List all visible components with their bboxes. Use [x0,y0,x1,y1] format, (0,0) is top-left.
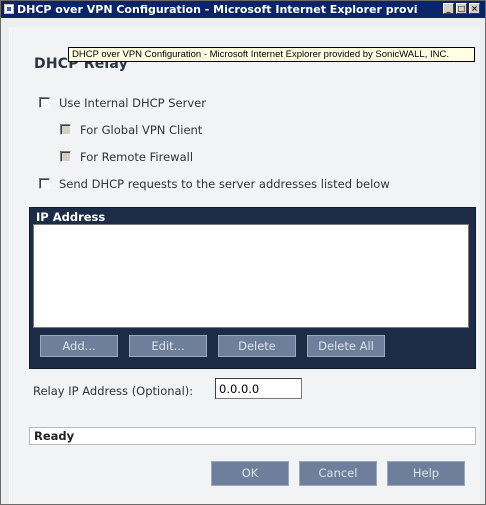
ip-address-header: IP Address [36,210,106,224]
ok-button[interactable]: OK [211,461,289,486]
relay-ip-input[interactable] [215,378,302,399]
title-bar[interactable]: DHCP over VPN Configuration - Microsoft … [1,1,485,18]
title-tooltip: DHCP over VPN Configuration - Microsoft … [68,47,475,62]
send-dhcp-requests-checkbox[interactable] [39,178,50,189]
dialog-window: DHCP over VPN Configuration - Microsoft … [0,0,486,505]
ip-toolbar: Add... Edit... Delete Delete All [30,328,475,368]
status-bar: Ready [29,427,476,445]
window-title: DHCP over VPN Configuration - Microsoft … [17,3,417,16]
use-internal-dhcp-checkbox[interactable] [39,97,50,108]
global-vpn-client-label: For Global VPN Client [80,123,203,137]
global-vpn-client-checkbox[interactable] [60,124,71,135]
ip-address-list[interactable] [33,224,469,328]
delete-button[interactable]: Delete [218,335,296,357]
send-dhcp-requests-label: Send DHCP requests to the server address… [59,177,390,191]
minimize-icon[interactable]: _ [443,3,454,14]
remote-firewall-checkbox[interactable] [60,151,71,162]
add-button[interactable]: Add... [40,335,118,357]
maximize-icon[interactable]: □ [456,3,467,14]
edit-button[interactable]: Edit... [129,335,207,357]
use-internal-dhcp-label: Use Internal DHCP Server [59,96,206,110]
delete-all-button[interactable]: Delete All [307,335,385,357]
help-button[interactable]: Help [387,461,465,486]
close-icon[interactable]: × [469,3,480,14]
remote-firewall-label: For Remote Firewall [80,150,194,164]
cancel-button[interactable]: Cancel [299,461,377,486]
ip-address-panel: IP Address Add... Edit... Delete Delete … [29,207,476,369]
ie-window-icon [4,4,14,14]
relay-ip-label: Relay IP Address (Optional): [33,384,194,398]
